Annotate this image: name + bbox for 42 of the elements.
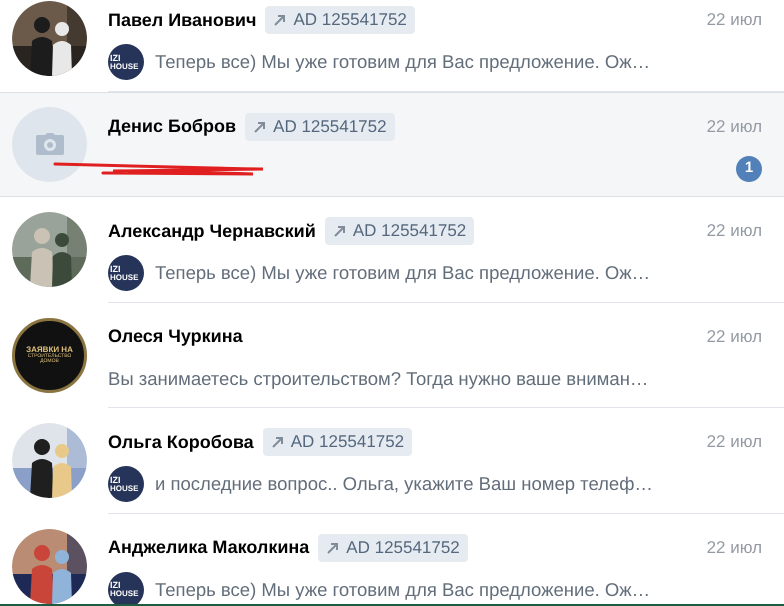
logo-text: HOUSE — [110, 274, 140, 282]
arrow-icon — [270, 435, 285, 449]
ad-tag[interactable]: AD 125541752 — [245, 112, 395, 140]
unread-badge: 1 — [736, 156, 762, 182]
contact-name[interactable]: Ольга Коробова — [108, 428, 254, 456]
message-preview: Вы занимаетесь строительством? Тогда нужно ваше вниман… — [108, 366, 648, 391]
message-date: 22 июл — [706, 326, 762, 348]
camera-icon — [36, 133, 64, 156]
message-date: 22 июл — [706, 9, 762, 32]
message-preview: Теперь все) Мы уже готовим для Вас предложение. Ож… — [155, 261, 650, 286]
dialog-row[interactable]: Павел Иванович AD 125541752 22 июл IZI HOUSE Теперь все) Мы уже готовим для Вас предложение. Ож… — [0, 0, 784, 92]
message-date: 22 июл — [706, 220, 762, 242]
message-date: 22 июл — [706, 116, 762, 138]
contact-name[interactable]: Павел Иванович — [108, 6, 256, 34]
dialog-row[interactable]: Александр Чернавский AD 125541752 22 июл IZI HOUSE Теперь все) Мы уже готовим для Вас предложение. Ож… — [0, 197, 784, 302]
contact-name[interactable]: Олеся Чуркина — [108, 323, 243, 350]
logo-text: HOUSE — [110, 484, 140, 492]
message-date: 22 июл — [706, 431, 762, 454]
ad-tag[interactable]: AD 125541752 — [262, 428, 412, 456]
message-preview: и последние вопрос.. Ольга, укажите Ваш номер телеф… — [155, 472, 653, 496]
message-preview: Теперь все) Мы уже готовим для Вас предложение. Ож… — [155, 578, 650, 602]
arrow-icon — [326, 540, 340, 554]
logo-text: HOUSE — [110, 62, 140, 70]
arrow-icon — [273, 13, 288, 27]
contact-name[interactable]: Александр Чернавский — [108, 218, 316, 244]
contact-name[interactable]: Анджелика Маколкина — [108, 534, 310, 561]
logo-text: IZI — [110, 476, 122, 484]
arrow-icon — [332, 224, 347, 238]
message-date: 22 июл — [706, 536, 762, 559]
ad-tag[interactable]: AD 125541752 — [324, 217, 474, 245]
logo-text: HOUSE — [110, 590, 140, 598]
dialog-row[interactable]: Ольга Коробова AD 125541752 22 июл IZI HOUSE и последние вопрос.. Ольга, укажите Ваш номер телеф… — [0, 408, 784, 514]
logo-text: IZI — [110, 264, 122, 274]
logo-text: IZI — [110, 54, 122, 62]
ad-tag[interactable]: AD 125541752 — [318, 534, 468, 562]
dialog-row[interactable]: Денис Бобров AD 125541752 22 июл 1 — [0, 92, 784, 197]
arrow-icon — [253, 120, 268, 134]
contact-name[interactable]: Денис Бобров — [108, 113, 236, 140]
logo-text: ЗАЯВКИ НА — [26, 346, 73, 354]
message-preview: Теперь все) Мы уже готовим для Вас предложение. Ож… — [155, 50, 650, 74]
ad-tag[interactable]: AD 125541752 — [265, 6, 415, 34]
logo-text: IZI — [110, 581, 122, 590]
